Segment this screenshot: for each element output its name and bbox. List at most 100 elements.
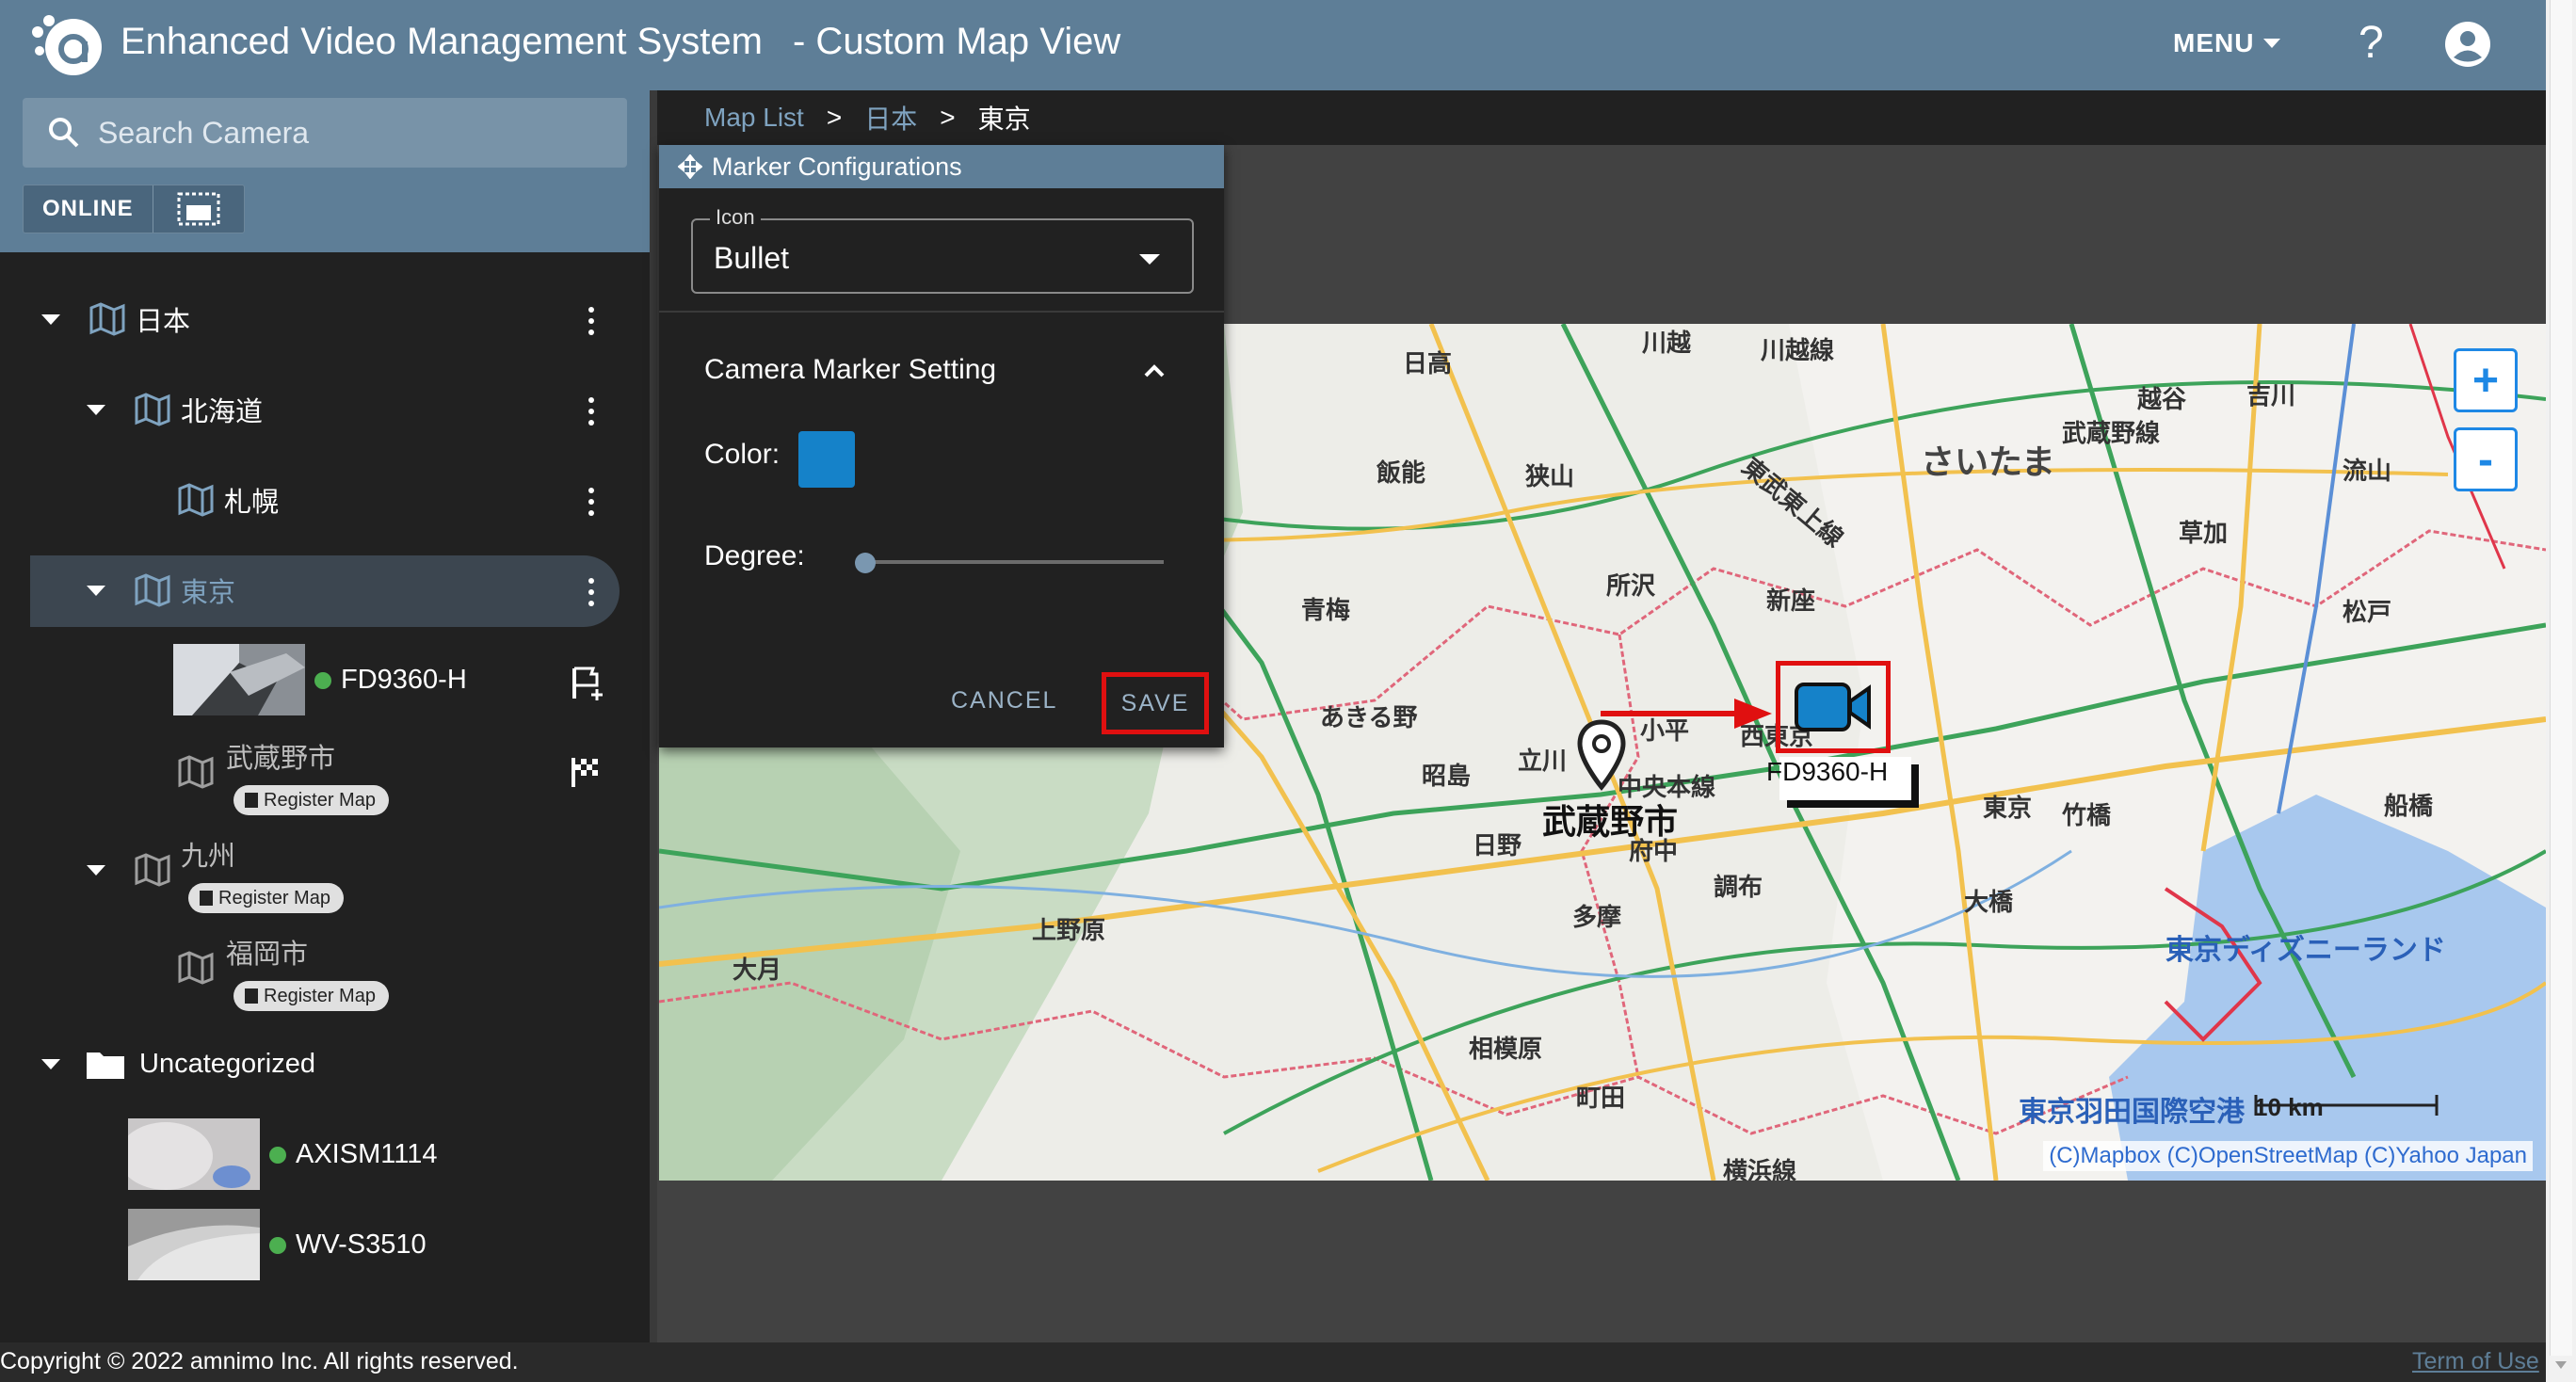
caret-down-icon — [2263, 39, 2281, 48]
camera-item-axism1114[interactable]: AXISM1114 — [269, 1139, 437, 1170]
cancel-button[interactable]: CANCEL — [951, 687, 1057, 715]
map-label: さいたま — [1921, 442, 2055, 481]
map-label: 狭山 — [1525, 462, 1575, 490]
help-icon[interactable]: ? — [2359, 17, 2384, 69]
camera-marker-label-box: FD9360-H — [1766, 757, 1911, 800]
tree-node-musashino[interactable]: 武蔵野市 — [226, 736, 335, 776]
online-status-icon — [269, 1236, 286, 1254]
zoom-in-button[interactable]: + — [2454, 348, 2518, 412]
terms-link[interactable]: Term of Use — [2412, 1348, 2539, 1375]
search-input[interactable] — [98, 115, 569, 151]
chevron-up-icon[interactable] — [1143, 360, 1166, 382]
scrollbar-thumb[interactable] — [2550, 0, 2572, 1356]
online-status-icon — [314, 671, 331, 689]
sidebar: ONLINE 日本 北海道 札幌 — [0, 90, 650, 1342]
map-label: 東京羽田国際空港 — [2019, 1097, 2245, 1128]
camera-name: FD9360-H — [341, 665, 467, 695]
tree-label: 九州 — [181, 842, 236, 872]
degree-label: Degree: — [704, 540, 805, 571]
more-options-icon[interactable] — [588, 488, 595, 516]
camera-thumbnail-axism1114[interactable] — [128, 1118, 260, 1190]
map-label: 松戸 — [2343, 598, 2392, 626]
menu-label: MENU — [2173, 28, 2255, 57]
menu-button[interactable]: MENU — [2173, 28, 2281, 58]
map-label: 武蔵野線 — [2062, 419, 2161, 447]
flag-add-icon[interactable] — [569, 665, 606, 702]
color-picker-swatch[interactable] — [798, 431, 855, 488]
breadcrumb-japan[interactable]: 日本 — [864, 99, 917, 137]
map-label: 上野原 — [1032, 916, 1106, 944]
camera-thumbnail-wvs3510[interactable] — [128, 1209, 260, 1280]
app-header: Enhanced Video Management System - Custo… — [0, 0, 2546, 90]
camera-item-fd9360[interactable]: FD9360-H — [314, 665, 467, 696]
degree-slider-track[interactable] — [864, 560, 1164, 564]
filter-online-button[interactable]: ONLINE — [24, 185, 153, 233]
icon-select[interactable]: Icon Bullet — [691, 205, 1194, 294]
drag-move-icon[interactable] — [678, 154, 702, 179]
dialog-header[interactable]: Marker Configurations — [659, 145, 1224, 188]
register-map-button[interactable]: Register Map — [233, 981, 389, 1011]
dialog-divider — [659, 311, 1224, 313]
save-label: SAVE — [1120, 689, 1190, 716]
register-map-label: Register Map — [264, 789, 376, 811]
map-attribution[interactable]: (C)Mapbox (C)OpenStreetMap (C)Yahoo Japa… — [2043, 1141, 2533, 1171]
tree-node-sapporo[interactable]: 札幌 — [177, 480, 279, 520]
map-small-icon — [245, 793, 258, 808]
camera-thumbnail-fd9360[interactable] — [173, 644, 305, 715]
zoom-out-button[interactable]: - — [2454, 427, 2518, 491]
search-box[interactable] — [23, 98, 627, 168]
checkered-flag-icon[interactable] — [569, 755, 603, 789]
save-button[interactable]: SAVE — [1102, 672, 1209, 734]
caret-down-icon[interactable] — [87, 864, 105, 876]
camera-name: AXISM1114 — [296, 1139, 438, 1169]
tree-node-tokyo[interactable]: 東京 — [87, 570, 235, 610]
tree-label: 札幌 — [224, 488, 280, 518]
folder-icon — [87, 1053, 124, 1079]
camera-marker[interactable] — [1776, 661, 1891, 753]
icon-select-label: Icon — [710, 205, 761, 230]
camera-item-wvs3510[interactable]: WV-S3510 — [269, 1229, 427, 1261]
map-label: 横浜線 — [1723, 1157, 1797, 1181]
caret-down-icon[interactable] — [41, 313, 60, 325]
color-label: Color: — [704, 439, 781, 470]
map-label: 川越線 — [1761, 336, 1835, 364]
sidebar-divider[interactable] — [650, 90, 657, 1342]
tree-node-hokkaido[interactable]: 北海道 — [87, 390, 263, 429]
tree-node-kyushu[interactable] — [87, 853, 171, 887]
caret-down-icon[interactable] — [87, 404, 105, 415]
caret-down-icon[interactable] — [87, 585, 105, 596]
breadcrumb-tokyo: 東京 — [977, 104, 1031, 134]
register-map-label: Register Map — [264, 985, 376, 1006]
tree-label: 武蔵野市 — [226, 744, 336, 774]
map-label: 大橋 — [1964, 888, 2014, 916]
map-label: 町田 — [1576, 1084, 1626, 1112]
tree-label: 福岡市 — [226, 940, 309, 970]
filter-map-button[interactable] — [153, 185, 244, 233]
tree-label: 日本 — [136, 307, 191, 337]
app-title: Enhanced Video Management System — [121, 21, 763, 62]
map-label: 所沢 — [1606, 571, 1656, 600]
scroll-down-icon[interactable] — [2553, 1359, 2568, 1371]
caret-down-icon[interactable] — [41, 1058, 60, 1069]
map-icon — [89, 302, 125, 336]
breadcrumb: Map List > 日本 > 東京 — [657, 90, 2546, 145]
register-map-button[interactable]: Register Map — [188, 883, 344, 913]
account-icon[interactable] — [2444, 21, 2491, 68]
tree-node-uncategorized[interactable]: Uncategorized — [41, 1047, 315, 1081]
map-label: 草加 — [2179, 519, 2229, 547]
map-label: 日高 — [1403, 349, 1453, 378]
search-icon — [49, 118, 79, 148]
more-options-icon[interactable] — [588, 578, 595, 606]
map-label: 飯能 — [1377, 458, 1426, 487]
map-label: 吉川 — [2246, 381, 2296, 410]
more-options-icon[interactable] — [588, 397, 595, 426]
tree-node-fukuoka[interactable]: 福岡市 — [226, 932, 308, 972]
breadcrumb-map-list[interactable]: Map List — [704, 103, 804, 133]
register-map-button[interactable]: Register Map — [233, 785, 389, 815]
more-options-icon[interactable] — [588, 307, 595, 335]
map-small-icon — [200, 891, 213, 906]
arrow-annotation-icon — [1601, 699, 1772, 729]
tree-node-japan[interactable]: 日本 — [41, 299, 190, 339]
degree-slider-handle[interactable] — [855, 553, 876, 573]
section-title[interactable]: Camera Marker Setting — [704, 354, 996, 386]
